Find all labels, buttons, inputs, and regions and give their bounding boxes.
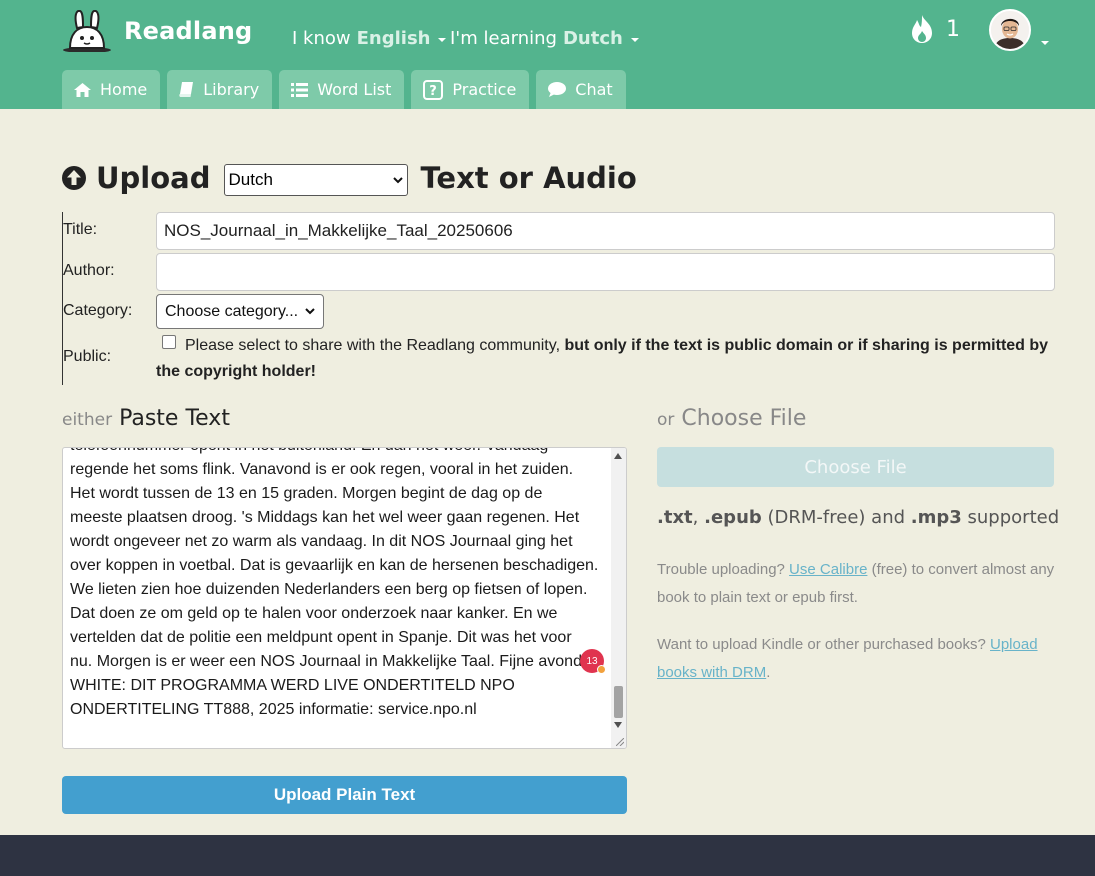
trouble-prefix: Trouble uploading? <box>657 561 785 578</box>
learning-language-dropdown[interactable]: I'm learning Dutch <box>450 28 639 49</box>
choose-file-title: Choose File <box>681 406 807 431</box>
flame-icon <box>912 15 932 43</box>
textarea-scrollbar[interactable] <box>611 448 626 748</box>
scroll-up-icon[interactable] <box>614 453 622 459</box>
tab-practice[interactable]: ? Practice <box>411 70 530 109</box>
paste-textarea[interactable]: telefoonnummer opent in het buitenland. … <box>62 447 627 749</box>
text-line: over koppen in voetbal. Dat is gevaarlij… <box>70 557 599 574</box>
format-drm-free: (DRM-free) and <box>767 507 906 528</box>
upload-language-value: Dutch <box>228 170 273 189</box>
upload-arrow-circle-icon <box>62 166 86 190</box>
svg-text:?: ? <box>430 84 438 99</box>
text-line: Het wordt tussen de 13 en 15 graden. Mor… <box>70 485 543 502</box>
supported-formats: .txt, .epub (DRM-free) and .mp3 supporte… <box>657 507 1059 528</box>
app-name: Readlang <box>124 17 253 45</box>
format-comma: , <box>692 507 699 528</box>
author-label: Author: <box>63 262 115 279</box>
user-menu[interactable] <box>989 9 1049 51</box>
paste-textarea-content: telefoonnummer opent in het buitenland. … <box>70 448 610 722</box>
streak-count: 1 <box>946 16 960 42</box>
format-supported: supported <box>967 507 1060 528</box>
tab-home[interactable]: Home <box>62 70 161 109</box>
app-logo[interactable]: Readlang <box>62 10 252 52</box>
tab-word-list[interactable]: Word List <box>279 70 405 109</box>
top-header: Readlang I know English I'm learning Dut… <box>0 0 1095 109</box>
tab-practice-label: Practice <box>452 80 517 99</box>
rabbit-logo-icon <box>63 10 111 52</box>
text-line: wordt ongeveer net zo warm als vandaag. … <box>70 533 573 550</box>
paste-text-title: Paste Text <box>119 406 230 431</box>
upload-plain-text-button[interactable]: Upload Plain Text <box>62 776 627 814</box>
question-icon: ? <box>423 79 444 100</box>
upload-form: Title: NOS_Journaal_in_Makkelijke_Taal_2… <box>62 212 1055 385</box>
tab-home-label: Home <box>100 80 148 99</box>
text-line: meeste plaatsen droog. 's Middags kan he… <box>70 509 580 526</box>
or-label: or <box>657 410 675 430</box>
known-language-value: English <box>356 28 431 49</box>
text-line: regende het soms flink. Vanavond is er o… <box>70 461 574 478</box>
home-icon <box>74 82 91 97</box>
known-language-prefix: I know <box>292 28 351 49</box>
upload-title: Upload <box>96 161 211 195</box>
text-line: ONDERTITELING TT888, 2025 informatie: se… <box>70 701 477 718</box>
upload-language-select[interactable]: Dutch <box>223 164 408 196</box>
status-dot <box>597 665 606 674</box>
caret-down-icon <box>630 38 639 42</box>
author-input[interactable] <box>156 253 1055 291</box>
kindle-prefix: Want to upload Kindle or other purchased… <box>657 636 986 653</box>
caret-down-icon <box>1041 41 1049 45</box>
text-line: vertelden dat de politie een meldpunt op… <box>70 629 572 646</box>
kindle-suffix: . <box>766 664 771 681</box>
page-footer <box>0 835 1095 876</box>
text-line: telefoonnummer opent in het buitenland. … <box>70 448 610 458</box>
list-icon <box>291 82 309 97</box>
book-icon <box>179 82 194 97</box>
public-text: Please select to share with the Readlang… <box>185 337 561 354</box>
upload-heading: Upload Dutch Text or Audio <box>62 160 637 196</box>
kindle-info: Want to upload Kindle or other purchased… <box>657 631 1057 687</box>
text-line: Dat doen ze om geld op te halen voor ond… <box>70 605 558 622</box>
scroll-down-icon[interactable] <box>614 722 622 728</box>
format-mp3: .mp3 <box>910 507 962 528</box>
format-txt: .txt <box>657 507 693 528</box>
format-epub: .epub <box>704 507 762 528</box>
category-label: Category: <box>63 302 133 319</box>
tab-chat[interactable]: Chat <box>536 70 626 109</box>
learning-language-value: Dutch <box>562 28 623 49</box>
text-line: nu. Morgen is er weer een NOS Journaal i… <box>70 653 587 670</box>
chat-icon <box>548 82 567 97</box>
public-label: Public: <box>63 348 112 365</box>
category-value: Choose category... <box>165 302 299 320</box>
paste-text-heading: either Paste Text <box>62 406 230 431</box>
text-line: We lieten zien hoe duizenden Nederlander… <box>70 581 588 598</box>
upload-title-suffix: Text or Audio <box>420 161 637 195</box>
avatar <box>989 9 1031 51</box>
use-calibre-link[interactable]: Use Calibre <box>789 561 867 578</box>
title-input[interactable]: NOS_Journaal_in_Makkelijke_Taal_20250606 <box>156 212 1055 250</box>
title-label: Title: <box>63 221 98 238</box>
tab-library-label: Library <box>203 80 260 99</box>
chevron-down-icon <box>392 176 403 183</box>
tab-word-list-label: Word List <box>317 80 392 99</box>
resize-handle-icon[interactable] <box>616 738 624 746</box>
tab-chat-label: Chat <box>575 80 613 99</box>
either-label: either <box>62 410 113 430</box>
public-description: Please select to share with the Readlang… <box>156 333 1055 385</box>
text-line: WHITE: DIT PROGRAMMA WERD LIVE ONDERTITE… <box>70 677 515 694</box>
tab-library[interactable]: Library <box>167 70 273 109</box>
main-tabs: Home Library Word List ? Practice Chat <box>62 70 633 109</box>
scrollbar-thumb[interactable] <box>614 686 623 718</box>
choose-file-heading: or Choose File <box>657 406 806 431</box>
caret-down-icon <box>438 38 447 42</box>
chevron-down-icon <box>305 308 315 315</box>
learning-language-prefix: I'm learning <box>450 28 557 49</box>
category-select[interactable]: Choose category... <box>156 294 324 329</box>
choose-file-button[interactable]: Choose File <box>657 447 1054 487</box>
streak-counter[interactable]: 1 <box>910 14 960 44</box>
trouble-info: Trouble uploading? Use Calibre (free) to… <box>657 556 1057 612</box>
known-language-dropdown[interactable]: I know English <box>292 28 447 49</box>
